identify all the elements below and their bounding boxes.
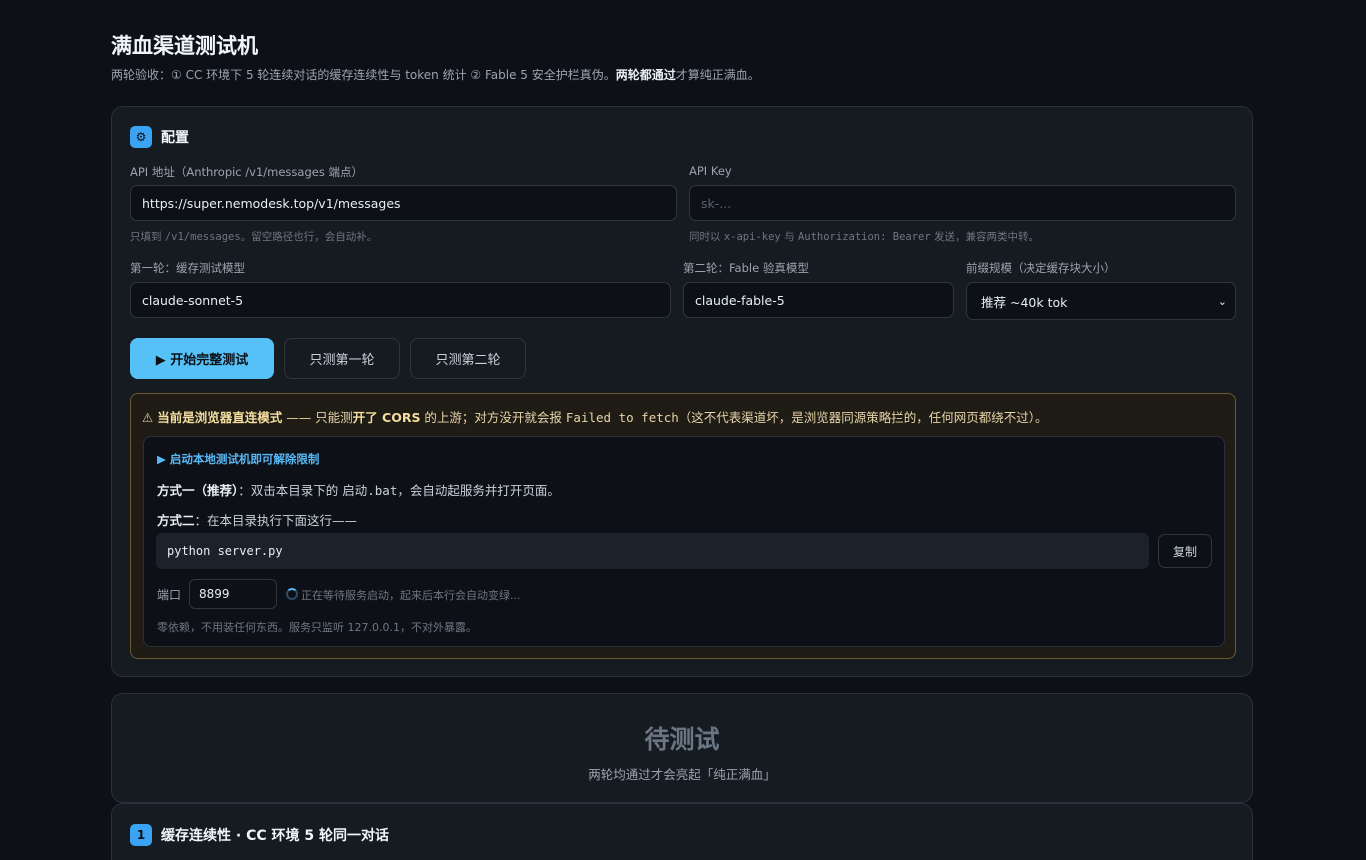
warning-text-b: 的上游；对方没开就会报 (420, 410, 566, 425)
page-title: 满血渠道测试机 (111, 34, 258, 58)
method1-line: 方式一（推荐）：双击本目录下的 启动.bat，会自动起服务并打开页面。 (157, 480, 560, 499)
prefix-size-value: 推荐 ~40k tok (981, 294, 1068, 310)
page-subtitle: 两轮验收：① CC 环境下 5 轮连续对话的缓存连续性与 token 统计 ② … (111, 66, 760, 83)
method1-bold: 方式一（推荐） (157, 483, 239, 498)
api-url-label: API 地址（Anthropic /v1/messages 端点） (130, 165, 363, 179)
api-url-hint-a: 只填到 (130, 231, 165, 243)
api-key-hint-a: 同时以 (689, 231, 724, 243)
method1-text-b: ，会自动起服务并打开页面。 (397, 483, 560, 498)
warning-text-a: —— 只能测 (282, 410, 353, 425)
api-url-hint-b: 。留空路径也行，会自动补。 (240, 231, 378, 243)
round1-model-input[interactable] (130, 282, 671, 318)
api-url-input[interactable] (130, 185, 677, 221)
api-key-hint-mid: 与 (780, 231, 798, 243)
start-full-test-button[interactable]: ▶ 开始完整测试 (130, 338, 274, 379)
api-key-hint-code2: Authorization: Bearer (797, 231, 931, 243)
local-footnote: 零依赖，不用装任何东西。服务只监听 127.0.0.1，不对外暴露。 (157, 621, 477, 634)
gear-icon: ⚙ (130, 126, 152, 148)
local-server-panel: ▶ 启动本地测试机即可解除限制 方式一（推荐）：双击本目录下的 启动.bat，会… (143, 436, 1225, 647)
copy-button[interactable]: 复制 (1158, 534, 1212, 568)
round2-model-label: 第二轮：Fable 验真模型 (683, 261, 809, 275)
round2-only-button[interactable]: 只测第二轮 (410, 338, 526, 379)
method1-code: 启动.bat (342, 483, 398, 498)
round1-title: 缓存连续性 · CC 环境 5 轮同一对话 (161, 828, 389, 844)
command-box: python server.py (156, 533, 1149, 569)
api-key-hint-b: 发送，兼容两类中转。 (930, 231, 1040, 243)
api-key-label: API Key (689, 164, 732, 178)
prefix-size-label: 前缀规模（决定缓存块大小） (966, 261, 1116, 275)
subtitle-bold: 两轮都通过 (615, 68, 676, 82)
api-url-hint-code: /v1/messages (164, 231, 241, 243)
config-title: 配置 (161, 130, 189, 146)
status-subtitle: 两轮均通过才会亮起「纯正满血」 (588, 767, 776, 782)
warning-text: ⚠ 当前是浏览器直连模式 —— 只能测开了 CORS 的上游；对方没开就会报 F… (142, 407, 1048, 426)
warning-bold-a: 当前是浏览器直连模式 (157, 410, 283, 425)
round1-card: 1 缓存连续性 · CC 环境 5 轮同一对话 (111, 803, 1253, 860)
config-header: ⚙ 配置 (130, 126, 189, 148)
port-input[interactable] (189, 579, 277, 609)
round2-model-input[interactable] (683, 282, 954, 318)
round1-header: 1 缓存连续性 · CC 环境 5 轮同一对话 (130, 824, 389, 846)
method1-text-a: ：双击本目录下的 (238, 483, 343, 498)
warning-code: Failed to fetch (565, 410, 679, 425)
round1-model-label: 第一轮：缓存测试模型 (130, 261, 245, 275)
warning-bold-b: 开了 CORS (352, 410, 421, 425)
api-key-input[interactable] (689, 185, 1236, 221)
api-url-hint: 只填到 /v1/messages。留空路径也行，会自动补。 (130, 229, 377, 244)
prefix-size-select[interactable]: 推荐 ~40k tok ⌄ (966, 282, 1236, 320)
config-card: ⚙ 配置 API 地址（Anthropic /v1/messages 端点） 只… (111, 106, 1253, 677)
status-card: 待测试 两轮均通过才会亮起「纯正满血」 (111, 693, 1253, 803)
loading-spinner-icon (286, 588, 298, 600)
warning-icon: ⚠ (142, 410, 154, 425)
local-server-toggle[interactable]: ▶ 启动本地测试机即可解除限制 (157, 451, 319, 467)
subtitle-text-b: 才算纯正满血。 (675, 68, 760, 82)
api-key-hint-code1: x-api-key (723, 231, 781, 243)
api-key-hint: 同时以 x-api-key 与 Authorization: Bearer 发送… (689, 229, 1039, 244)
status-title: 待测试 (644, 725, 720, 754)
subtitle-text-a: 两轮验收：① CC 环境下 5 轮连续对话的缓存连续性与 token 统计 ② … (111, 68, 616, 82)
method2-line: 方式二：在本目录执行下面这行—— (157, 510, 357, 529)
port-label: 端口 (157, 588, 182, 602)
waiting-status: 正在等待服务启动，起来后本行会自动变绿... (301, 589, 521, 602)
warning-text-c: （这不代表渠道坏，是浏览器同源策略拦的，任何网页都绕不过）。 (678, 410, 1048, 425)
round1-only-button[interactable]: 只测第一轮 (284, 338, 400, 379)
chevron-down-icon: ⌄ (1217, 294, 1227, 308)
round1-badge: 1 (130, 824, 152, 846)
method2-text: ：在本目录执行下面这行—— (194, 513, 358, 528)
cors-warning: ⚠ 当前是浏览器直连模式 —— 只能测开了 CORS 的上游；对方没开就会报 F… (130, 393, 1236, 659)
method2-bold: 方式二 (157, 513, 195, 528)
